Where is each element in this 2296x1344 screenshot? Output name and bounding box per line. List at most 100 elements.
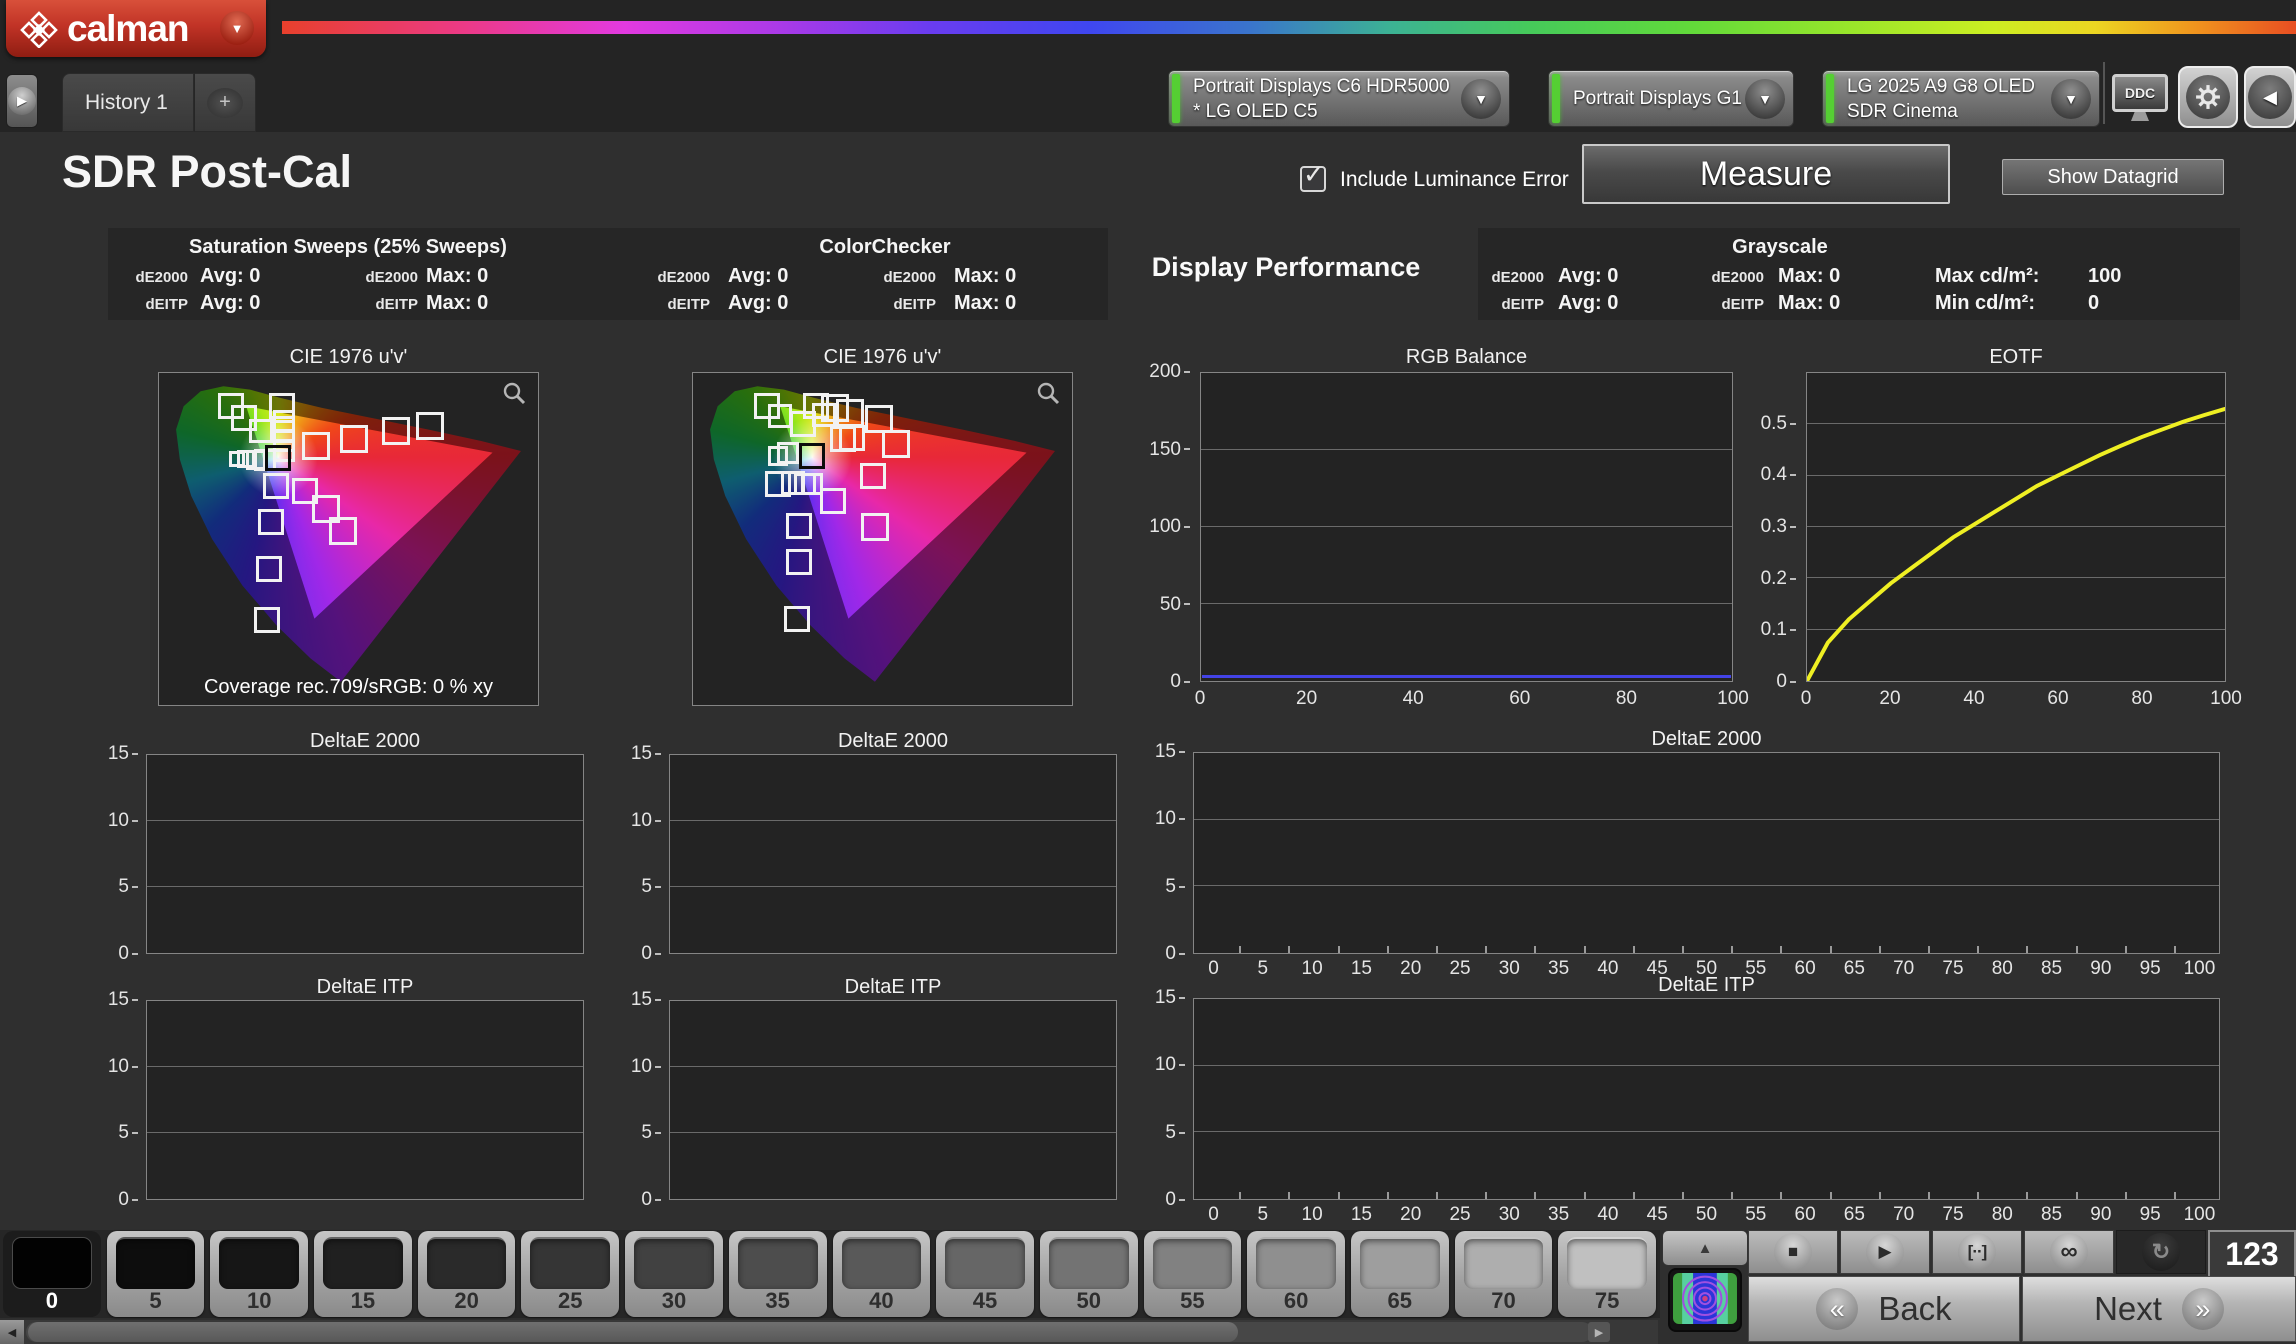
patch-label: 40 (869, 1288, 894, 1313)
patch-label: 55 (1180, 1288, 1205, 1313)
gray-patch-40[interactable]: 40 (830, 1230, 934, 1318)
gray-patch-30[interactable]: 30 (622, 1230, 726, 1318)
patch-swatch (1048, 1237, 1129, 1289)
checkmark-icon: ✓ (1303, 159, 1325, 189)
axis-tick (1977, 946, 1980, 953)
chevron-down-icon[interactable]: ▼ (1461, 78, 1501, 119)
coverage-label: Coverage rec.709/sRGB: 0 % xy (203, 676, 493, 698)
deltae2000-grayscale-chart (1193, 752, 2220, 954)
zoom-magnifier-icon[interactable] (502, 381, 528, 407)
axis-tick (1977, 1192, 1980, 1199)
y-axis-label: 5 (641, 876, 661, 898)
stop-button[interactable]: ■ (1748, 1230, 1838, 1274)
scrollbar-thumb[interactable] (28, 1322, 1238, 1342)
measurement-marker (839, 424, 866, 451)
eotf-y-axis: 0 0.1 0.2 0.3 0.4 0.5 (1736, 372, 1796, 692)
patch-label: 5 (149, 1288, 162, 1313)
show-datagrid-button[interactable]: Show Datagrid (2002, 159, 2224, 195)
source-dropdown[interactable]: Portrait Displays G1 ▼ (1548, 70, 1794, 127)
metric-label: dEITP (667, 296, 710, 313)
measure-count-display[interactable]: 123 (2208, 1230, 2296, 1278)
axis-tick (1927, 1192, 1930, 1199)
back-button[interactable]: « Back (1748, 1276, 2020, 1342)
gray-patch-15[interactable]: 15 (311, 1230, 415, 1318)
scrollbar-track[interactable] (26, 1322, 1592, 1342)
next-button[interactable]: Next » (2022, 1276, 2296, 1342)
deltae-itp-grayscale-x-axis: 0 5 10 15 20 25 30 35 40 45 50 55 60 65 70 75 80 85 90 95 10… (1193, 1204, 2220, 1230)
gray-patch-50[interactable]: 50 (1037, 1230, 1141, 1318)
gray-patch-5[interactable]: 5 (104, 1230, 208, 1318)
rgb-balance-x-axis: 0 20 40 60 80 100 (1195, 688, 1749, 714)
loop-toggle-button[interactable]: ↻ (2116, 1230, 2206, 1274)
calman-menu-button[interactable]: calman ▼ (6, 0, 266, 57)
add-tab-button[interactable]: + (194, 73, 256, 132)
gridline (1194, 885, 2219, 887)
chevron-down-icon[interactable]: ▼ (2051, 78, 2091, 119)
gray-patch-35[interactable]: 35 (726, 1230, 830, 1318)
gray-patch-45[interactable]: 45 (933, 1230, 1037, 1318)
pattern-preview-button[interactable] (1668, 1268, 1742, 1332)
meter-dropdown[interactable]: Portrait Displays C6 HDR5000 * LG OLED C… (1168, 70, 1510, 127)
display-dropdown[interactable]: LG 2025 A9 G8 OLED SDR Cinema ▼ (1822, 70, 2100, 127)
y-axis-label: 15 (108, 989, 138, 1011)
y-axis-label: 0 (1165, 943, 1185, 965)
gray-patch-55[interactable]: 55 (1141, 1230, 1245, 1318)
include-luminance-error-checkbox[interactable]: ✓ (1300, 159, 1326, 192)
chevron-down-icon[interactable]: ▼ (1745, 78, 1785, 119)
patch-label: 15 (350, 1288, 376, 1313)
cie-1976-chart (692, 372, 1073, 706)
pattern-window-up-button[interactable]: ▲ (1662, 1230, 1748, 1266)
axis-tick (2173, 1192, 2176, 1199)
measurement-marker (328, 516, 357, 545)
scrollbar-left-arrow[interactable]: ◀ (0, 1320, 24, 1344)
tab-strip-expand-button[interactable]: ▶ (6, 74, 38, 128)
scrollbar-right-arrow[interactable]: ▶ (1588, 1322, 1610, 1342)
test-pattern-thumbnail (1673, 1273, 1737, 1325)
patch-button: 50 (1039, 1231, 1138, 1317)
play-button[interactable]: ▶ (1840, 1230, 1930, 1274)
continuous-measure-button[interactable]: ∞ (2024, 1230, 2114, 1274)
gray-patch-20[interactable]: 20 (415, 1230, 519, 1318)
ddc-monitor-icon: DDC (2124, 85, 2156, 101)
axis-tick (1681, 1192, 1684, 1199)
stop-icon: ■ (1774, 1233, 1812, 1271)
gridline (1201, 449, 1732, 450)
eotf-curve (1807, 406, 2225, 681)
axis-tick (1927, 946, 1930, 953)
deltae-itp-chart (669, 1000, 1117, 1200)
metric-label: dEITP (1721, 296, 1764, 313)
gray-patch-10[interactable]: 10 (207, 1230, 311, 1318)
gray-patch-75[interactable]: 75 (1555, 1230, 1659, 1318)
source-line1: Portrait Displays G1 (1573, 88, 1742, 109)
display-connected-indicator (1826, 74, 1834, 123)
measurement-marker (249, 419, 274, 444)
patch-swatch (530, 1237, 611, 1289)
logo-dropdown-icon[interactable]: ▼ (220, 11, 254, 45)
gray-patch-60[interactable]: 60 (1244, 1230, 1348, 1318)
saturation-colorchecker-panel: Saturation Sweeps (25% Sweeps) dE2000 Av… (108, 228, 1108, 320)
axis-tick (1337, 946, 1340, 953)
source-labels: Portrait Displays G1 (1573, 86, 1742, 111)
chevron-left-icon: ◀ (2248, 75, 2292, 119)
axis-tick (1731, 946, 1734, 953)
ddc-control-button[interactable]: DDC (2112, 74, 2168, 112)
gray-patch-0[interactable]: 0 (0, 1230, 104, 1318)
gray-patch-70[interactable]: 70 (1452, 1230, 1556, 1318)
display-line1: LG 2025 A9 G8 OLED (1847, 75, 2036, 97)
stat-value: Max: 0 (426, 265, 489, 287)
stat-value: Max: 0 (1778, 265, 1841, 287)
eotf-title: EOTF (1989, 346, 2043, 368)
gray-patch-65[interactable]: 65 (1348, 1230, 1452, 1318)
measure-button[interactable]: Measure (1582, 144, 1950, 204)
gray-patch-25[interactable]: 25 (518, 1230, 622, 1318)
zoom-magnifier-icon[interactable] (1036, 381, 1062, 407)
metric-label: dE2000 (135, 269, 188, 286)
axis-tick (1878, 946, 1881, 953)
axis-tick (1534, 946, 1537, 953)
tab-history-1[interactable]: History 1 (62, 73, 194, 132)
collapse-panel-button[interactable]: ◀ (2244, 66, 2296, 128)
axis-tick (1829, 1192, 1832, 1199)
measure-range-button[interactable]: [··] (1932, 1230, 2022, 1274)
patch-swatch (1463, 1237, 1544, 1289)
settings-button[interactable] (2178, 66, 2238, 128)
